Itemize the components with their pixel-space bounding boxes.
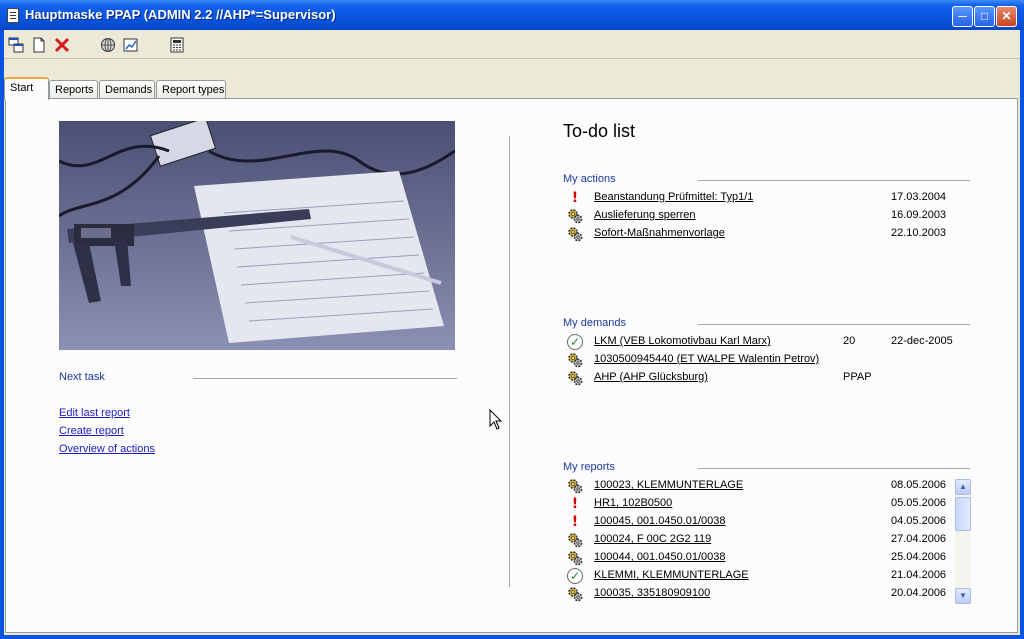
demand-row[interactable]: 1030500945440 (ET WALPE Walentin Petrov) bbox=[564, 351, 944, 369]
toolbar bbox=[4, 30, 1020, 59]
delete-icon[interactable] bbox=[54, 37, 70, 53]
my-demands-label: My demands bbox=[563, 317, 626, 329]
scroll-thumb[interactable] bbox=[955, 497, 971, 531]
maximize-icon: □ bbox=[980, 9, 989, 23]
tab-start[interactable]: Start bbox=[4, 77, 49, 100]
exclamation-icon: ! bbox=[571, 496, 579, 512]
calculator-icon[interactable] bbox=[169, 37, 185, 53]
check-icon: ✓ bbox=[567, 334, 583, 350]
reports-scrollbar[interactable]: ▲ ▼ bbox=[955, 479, 971, 604]
chevron-down-icon: ▼ bbox=[959, 591, 967, 600]
minimize-button[interactable]: ─ bbox=[952, 6, 973, 27]
column-divider bbox=[509, 136, 510, 587]
my-actions-divider bbox=[698, 180, 970, 181]
start-panel: Next task Edit last report Create report… bbox=[5, 98, 1018, 633]
action-row[interactable]: Auslieferung sperren 16.09.2003 bbox=[564, 207, 947, 225]
create-report-link[interactable]: Create report bbox=[59, 425, 124, 437]
next-task-divider bbox=[193, 378, 457, 379]
title-bar[interactable]: Hauptmaske PPAP (ADMIN 2.2 //AHP*=Superv… bbox=[0, 0, 1024, 30]
windows-icon[interactable] bbox=[8, 37, 24, 53]
scroll-up-button[interactable]: ▲ bbox=[955, 479, 971, 495]
globe-icon[interactable] bbox=[100, 37, 116, 53]
report-row[interactable]: 100044, 001.0450.01/0038 25.04.2006 bbox=[564, 549, 947, 567]
mouse-cursor-icon bbox=[489, 409, 503, 430]
action-row-date: 17.03.2004 bbox=[891, 191, 947, 203]
chevron-up-icon: ▲ bbox=[959, 482, 967, 491]
demand-row-value: PPAP bbox=[843, 371, 872, 383]
report-row-link[interactable]: 100024, F 00C 2G2 119 bbox=[594, 533, 711, 545]
my-demands-divider bbox=[698, 324, 970, 325]
action-row[interactable]: ! Beanstandung Prüfmittel: Typ1/1 17.03.20… bbox=[564, 189, 947, 207]
report-row-link[interactable]: 100044, 001.0450.01/0038 bbox=[594, 551, 726, 563]
report-row[interactable]: ✓ KLEMMI, KLEMMUNTERLAGE 21.04.2006 bbox=[564, 567, 947, 585]
close-icon: ✕ bbox=[1001, 9, 1012, 23]
gears-icon bbox=[567, 478, 583, 494]
new-document-icon[interactable] bbox=[31, 37, 47, 53]
tab-strip: Start Reports Demands Report types bbox=[4, 77, 1020, 100]
my-actions-label: My actions bbox=[563, 173, 616, 185]
demand-row-value: 20 bbox=[843, 335, 856, 347]
report-row-link[interactable]: 100045, 001.0450.01/0038 bbox=[594, 515, 726, 527]
todo-title: To-do list bbox=[563, 121, 636, 141]
my-reports-label: My reports bbox=[563, 461, 615, 473]
report-row-date: 21.04.2006 bbox=[891, 569, 947, 581]
action-row[interactable]: Sofort-Maßnahmenvorlage 22.10.2003 bbox=[564, 225, 947, 243]
close-button[interactable]: ✕ bbox=[996, 6, 1017, 27]
gears-icon bbox=[567, 226, 583, 242]
gears-icon bbox=[567, 532, 583, 548]
action-row-link[interactable]: Sofort-Maßnahmenvorlage bbox=[594, 227, 725, 239]
caliper-photo bbox=[59, 121, 455, 350]
gears-icon bbox=[567, 352, 583, 368]
demand-row[interactable]: AHP (AHP Glücksburg) PPAP bbox=[564, 369, 944, 387]
application-window: Hauptmaske PPAP (ADMIN 2.2 //AHP*=Superv… bbox=[0, 0, 1024, 639]
gears-icon bbox=[567, 586, 583, 602]
demand-row-link[interactable]: LKM (VEB Lokomotivbau Karl Marx) bbox=[594, 335, 771, 347]
report-row-date: 05.05.2006 bbox=[891, 497, 947, 509]
report-row[interactable]: 100024, F 00C 2G2 119 27.04.2006 bbox=[564, 531, 947, 549]
report-row-date: 27.04.2006 bbox=[891, 533, 947, 545]
report-row[interactable]: 100023, KLEMMUNTERLAGE 08.05.2006 bbox=[564, 477, 947, 495]
chart-icon[interactable] bbox=[123, 37, 139, 53]
report-row-link[interactable]: HR1, 102B0500 bbox=[594, 497, 672, 509]
report-row-link[interactable]: 100035, 335180909100 bbox=[594, 587, 710, 599]
scroll-down-button[interactable]: ▼ bbox=[955, 588, 971, 604]
demand-row-link[interactable]: 1030500945440 (ET WALPE Walentin Petrov) bbox=[594, 353, 819, 365]
window-title: Hauptmaske PPAP (ADMIN 2.2 //AHP*=Superv… bbox=[25, 7, 336, 22]
next-task-label: Next task bbox=[59, 371, 105, 383]
demand-row-link[interactable]: AHP (AHP Glücksburg) bbox=[594, 371, 708, 383]
maximize-button[interactable]: □ bbox=[974, 6, 995, 27]
check-icon: ✓ bbox=[567, 568, 583, 584]
demand-row-date: 22-dec-2005 bbox=[891, 335, 953, 347]
edit-last-report-link[interactable]: Edit last report bbox=[59, 407, 130, 419]
report-row-link[interactable]: KLEMMI, KLEMMUNTERLAGE bbox=[594, 569, 749, 581]
gears-icon bbox=[567, 550, 583, 566]
demand-row[interactable]: ✓ LKM (VEB Lokomotivbau Karl Marx) 20 22-de… bbox=[564, 333, 953, 351]
app-icon[interactable] bbox=[7, 8, 19, 23]
report-row[interactable]: ! 100045, 001.0450.01/0038 04.05.2006 bbox=[564, 513, 947, 531]
report-row-date: 20.04.2006 bbox=[891, 587, 947, 599]
action-row-link[interactable]: Auslieferung sperren bbox=[594, 209, 696, 221]
report-row-link[interactable]: 100023, KLEMMUNTERLAGE bbox=[594, 479, 743, 491]
exclamation-icon: ! bbox=[571, 190, 579, 206]
action-row-date: 16.09.2003 bbox=[891, 209, 947, 221]
action-row-date: 22.10.2003 bbox=[891, 227, 947, 239]
my-reports-divider bbox=[698, 468, 970, 469]
report-row[interactable]: 100035, 335180909100 20.04.2006 bbox=[564, 585, 947, 603]
gears-icon bbox=[567, 208, 583, 224]
report-row[interactable]: ! HR1, 102B0500 05.05.2006 bbox=[564, 495, 947, 513]
tab-demands[interactable]: Demands bbox=[99, 80, 155, 99]
report-row-date: 04.05.2006 bbox=[891, 515, 947, 527]
overview-of-actions-link[interactable]: Overview of actions bbox=[59, 443, 155, 455]
report-row-date: 25.04.2006 bbox=[891, 551, 947, 563]
action-row-link[interactable]: Beanstandung Prüfmittel: Typ1/1 bbox=[594, 191, 753, 203]
report-row-date: 08.05.2006 bbox=[891, 479, 947, 491]
exclamation-icon: ! bbox=[571, 514, 579, 530]
window-client: Start Reports Demands Report types Next … bbox=[4, 30, 1020, 635]
tab-report-types[interactable]: Report types bbox=[156, 80, 226, 99]
minimize-icon: ─ bbox=[958, 9, 967, 23]
tab-reports[interactable]: Reports bbox=[49, 80, 98, 99]
gears-icon bbox=[567, 370, 583, 386]
